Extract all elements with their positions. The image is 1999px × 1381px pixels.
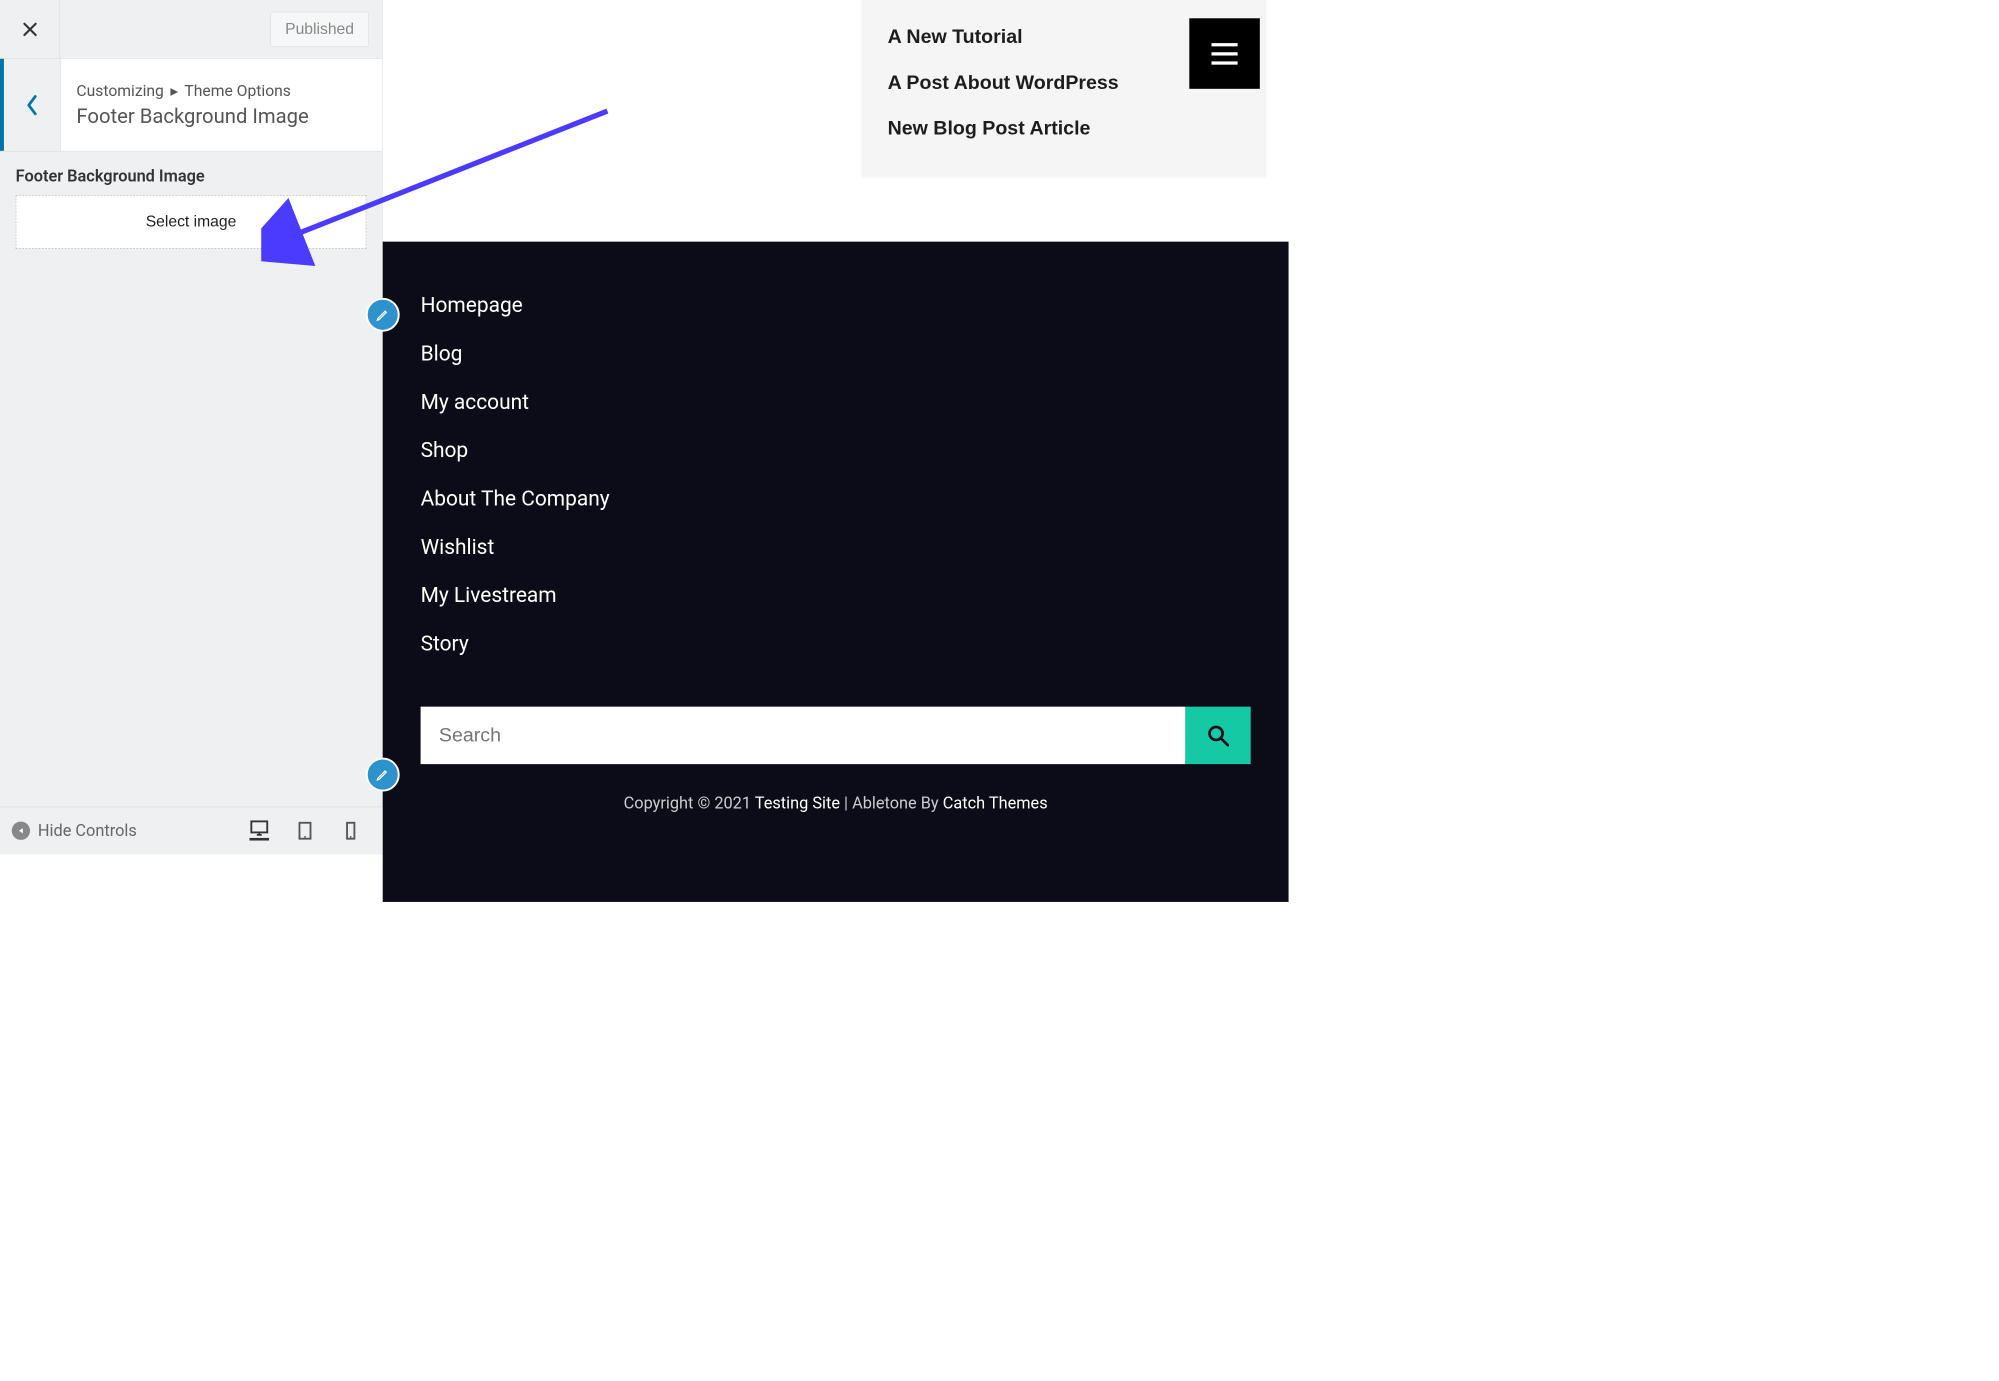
section-title: Footer Background Image [76,104,366,128]
breadcrumb-parent: Theme Options [184,82,290,100]
control-label: Footer Background Image [16,167,367,186]
breadcrumb-separator: ▸ [170,82,178,100]
pencil-icon [376,308,390,322]
footer-menu-item[interactable]: My Livestream [421,571,1251,619]
recent-post-link[interactable]: New Blog Post Article [888,106,1241,152]
device-tablet-button[interactable] [295,821,315,841]
recent-post-link[interactable]: A New Tutorial [888,14,1241,60]
pencil-icon [376,767,390,781]
breadcrumb-root: Customizing [76,82,163,100]
search-icon [1207,724,1229,746]
device-mobile-button[interactable] [341,821,361,841]
hamburger-icon [1209,40,1240,66]
hide-controls-button[interactable]: Hide Controls [12,821,137,840]
footer-search [421,707,1251,764]
breadcrumb: Customizing ▸ Theme Options Footer Backg… [60,59,382,151]
footer-menu-item[interactable]: My account [421,377,1251,425]
footer-menu-item[interactable]: Wishlist [421,522,1251,570]
desktop-icon [249,818,269,838]
device-desktop-button[interactable] [249,821,269,841]
mobile-icon [341,821,361,841]
select-image-button[interactable]: Select image [16,195,367,249]
copyright-site[interactable]: Testing Site [755,794,840,813]
search-submit-button[interactable] [1185,707,1250,764]
copyright-mid: | Abletone By [840,794,943,813]
mobile-menu-button[interactable] [1189,18,1260,89]
footer-menu-item[interactable]: About The Company [421,474,1251,522]
copyright-prefix: Copyright © 2021 [624,794,755,813]
site-footer: Homepage Blog My account Shop About The … [383,242,1289,902]
search-input[interactable] [421,707,1186,764]
tablet-icon [295,821,315,841]
close-customizer-button[interactable] [0,0,60,59]
recent-post-link[interactable]: A Post About WordPress [888,60,1241,106]
footer-menu-item[interactable]: Homepage [421,281,1251,329]
footer-menu-item[interactable]: Shop [421,426,1251,474]
customizer-bottom-bar: Hide Controls [0,807,383,855]
edit-widget-button[interactable] [366,758,400,792]
footer-menu-item[interactable]: Blog [421,329,1251,377]
footer-menu: Homepage Blog My account Shop About The … [421,281,1251,668]
chevron-left-icon [25,94,38,116]
footer-menu-item[interactable]: Story [421,619,1251,667]
edit-widget-button[interactable] [366,298,400,332]
footer-copyright: Copyright © 2021 Testing Site | Abletone… [421,764,1251,826]
collapse-icon [12,822,30,840]
hide-controls-label: Hide Controls [38,821,137,840]
customizer-sidebar: Published Customizing ▸ Theme Options Fo… [0,0,383,854]
close-icon [21,21,38,38]
publish-button[interactable]: Published [270,11,369,46]
back-button[interactable] [0,59,60,151]
copyright-theme[interactable]: Catch Themes [943,794,1048,813]
preview-pane: A New Tutorial A Post About WordPress Ne… [383,0,1306,902]
